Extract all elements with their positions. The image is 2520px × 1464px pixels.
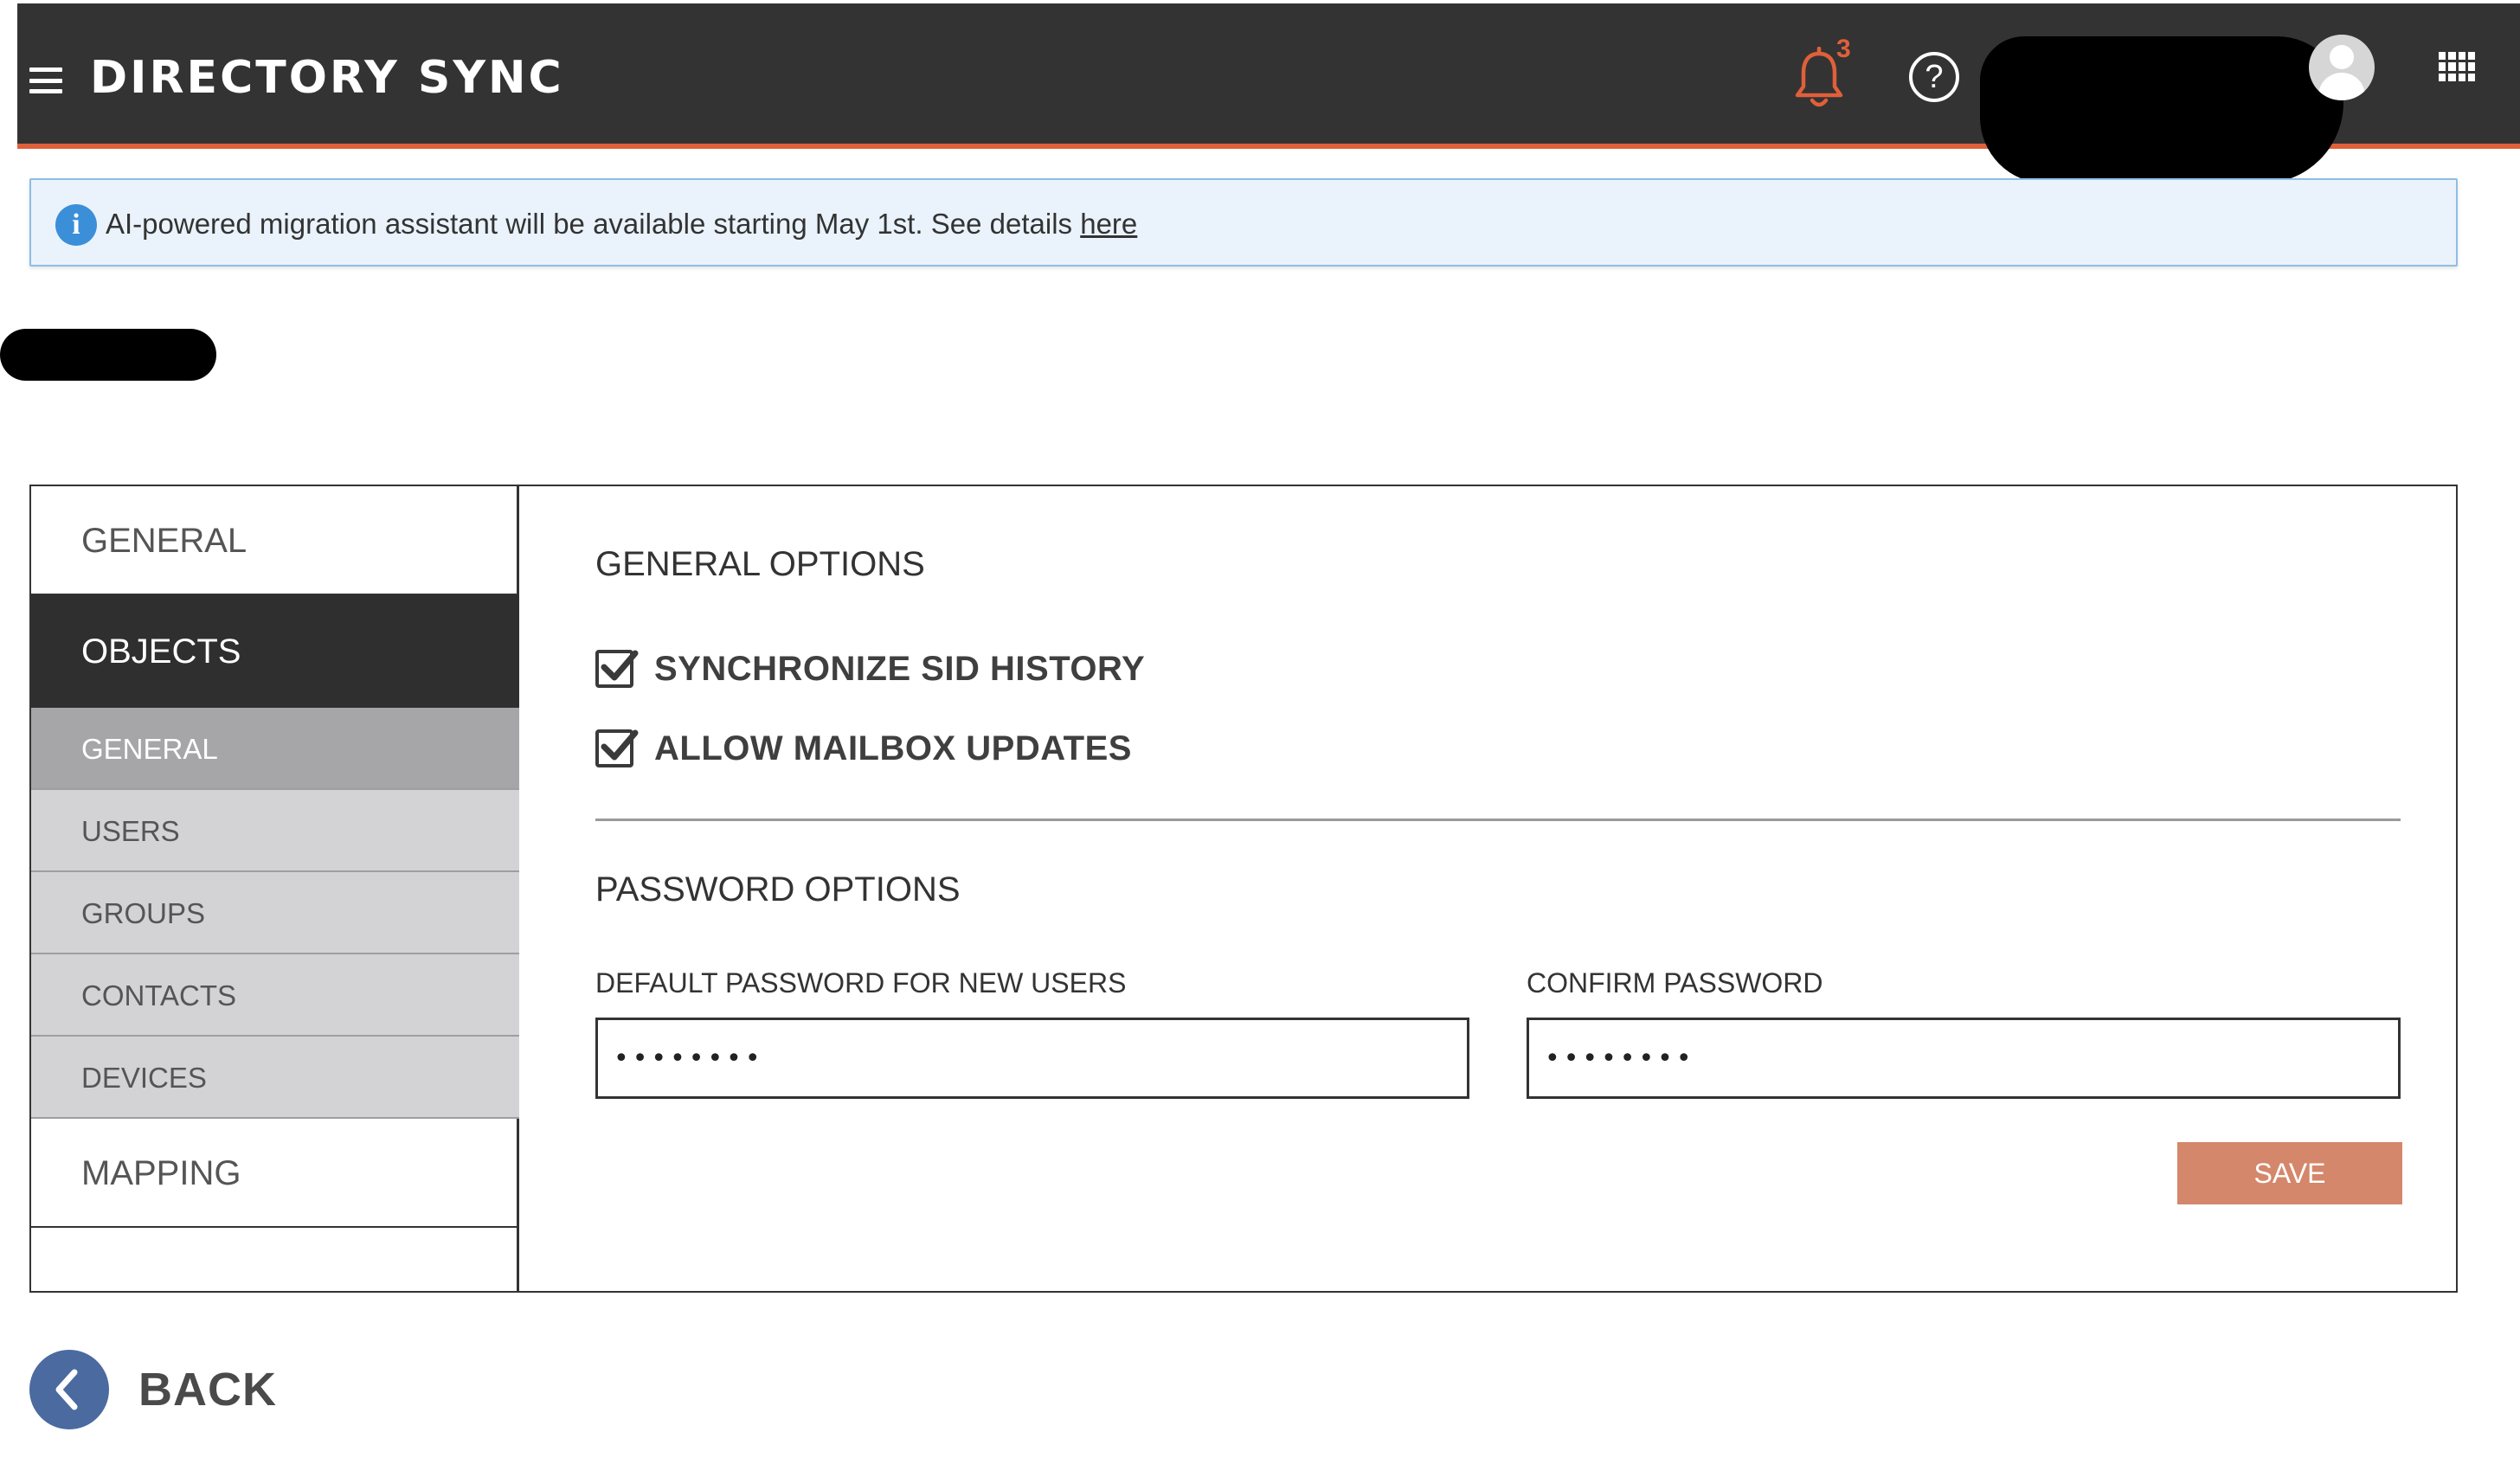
- checkmark-icon: [601, 650, 639, 681]
- redacted-username: [1980, 36, 2343, 183]
- default-password-label: DEFAULT PASSWORD FOR NEW USERS: [595, 967, 1127, 998]
- settings-panel: GENERAL OBJECTS GENERAL USERS GROUPS CON…: [29, 485, 2458, 1293]
- banner-details-link[interactable]: here: [1080, 208, 1137, 240]
- subnav-item-groups[interactable]: GROUPS: [31, 872, 519, 954]
- allow-mailbox-updates-checkbox[interactable]: [595, 729, 639, 767]
- synchronize-sid-history-label: SYNCHRONIZE SID HISTORY: [654, 649, 1146, 688]
- subnav-item-contacts[interactable]: CONTACTS: [31, 954, 519, 1037]
- app-title: DIRECTORY SYNC: [90, 52, 564, 104]
- password-options-title: PASSWORD OPTIONS: [595, 870, 961, 909]
- confirm-password-label: CONFIRM PASSWORD: [1527, 967, 1823, 998]
- settings-sidebar: GENERAL OBJECTS GENERAL USERS GROUPS CON…: [31, 486, 519, 1291]
- sidebar-item-mapping[interactable]: MAPPING: [31, 1119, 519, 1228]
- info-icon: i: [55, 204, 97, 246]
- default-password-input[interactable]: [595, 1018, 1469, 1099]
- subnav-item-general[interactable]: GENERAL: [31, 708, 519, 790]
- sidebar-item-objects[interactable]: OBJECTS: [31, 595, 519, 708]
- back-button[interactable]: BACK: [29, 1350, 277, 1429]
- banner-text: AI-powered migration assistant will be a…: [106, 208, 1081, 240]
- subnav-item-users[interactable]: USERS: [31, 790, 519, 872]
- top-bar: DIRECTORY SYNC 3 ?: [17, 3, 2520, 183]
- synchronize-sid-history-checkbox[interactable]: [595, 650, 639, 688]
- section-divider: [595, 819, 2401, 821]
- allow-mailbox-updates-label: ALLOW MAILBOX UPDATES: [654, 729, 1132, 767]
- notification-count-badge: 3: [1836, 35, 1851, 63]
- chevron-left-icon[interactable]: [29, 1350, 109, 1429]
- help-icon[interactable]: ?: [1909, 52, 1959, 102]
- info-banner: i AI-powered migration assistant will be…: [29, 178, 2458, 266]
- apps-grid-icon[interactable]: [2439, 52, 2475, 81]
- confirm-password-input[interactable]: [1527, 1018, 2401, 1099]
- general-options-title: GENERAL OPTIONS: [595, 545, 925, 583]
- back-label: BACK: [138, 1364, 277, 1416]
- menu-icon[interactable]: [29, 67, 62, 93]
- banner-message: AI-powered migration assistant will be a…: [106, 206, 1137, 242]
- redacted-label: [0, 329, 216, 381]
- checkmark-icon: [601, 729, 639, 761]
- avatar[interactable]: [2309, 35, 2375, 100]
- synchronize-sid-history-option[interactable]: SYNCHRONIZE SID HISTORY: [595, 647, 1145, 690]
- subnav-item-devices[interactable]: DEVICES: [31, 1037, 519, 1119]
- save-button[interactable]: SAVE: [2177, 1142, 2402, 1204]
- sidebar-item-general[interactable]: GENERAL: [31, 486, 519, 595]
- allow-mailbox-updates-option[interactable]: ALLOW MAILBOX UPDATES: [595, 727, 1132, 770]
